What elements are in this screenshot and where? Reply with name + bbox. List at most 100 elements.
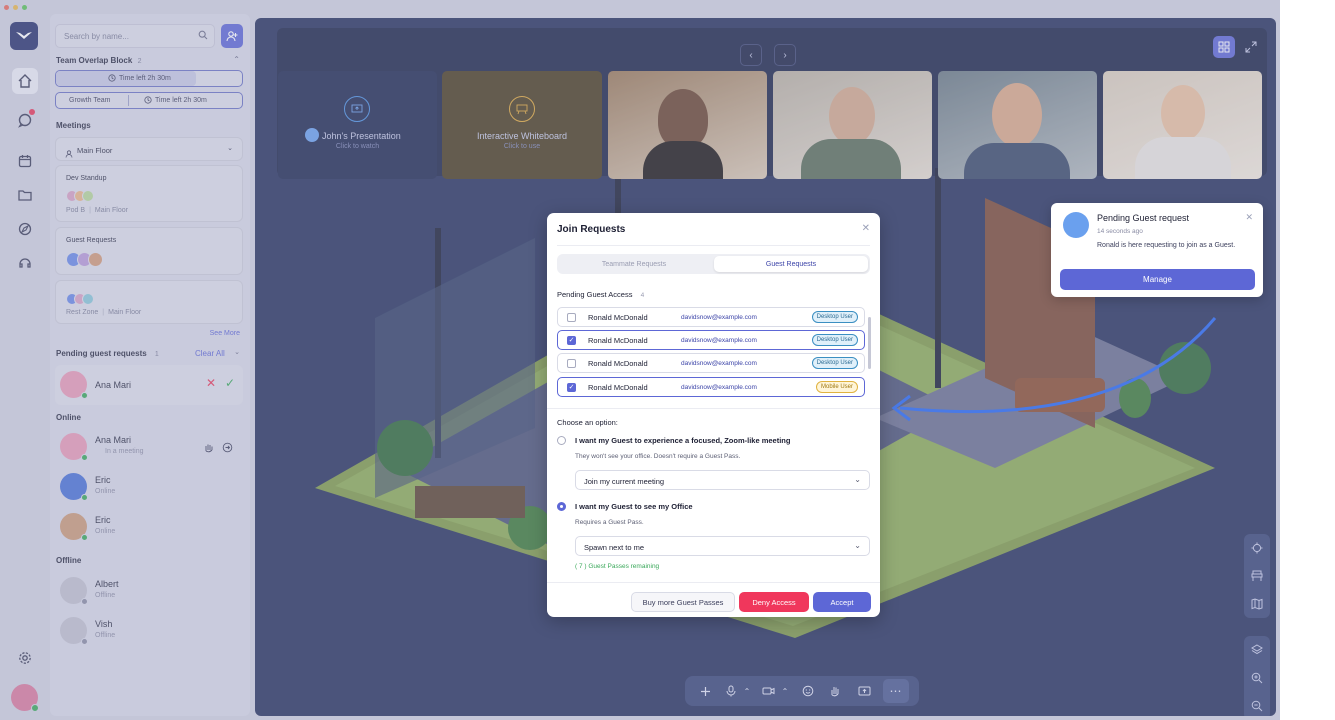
offline-status-dot bbox=[81, 598, 88, 605]
zoom-out-icon[interactable] bbox=[1244, 692, 1270, 716]
participant-video bbox=[829, 87, 875, 145]
chevron-down-icon[interactable]: ⌄ bbox=[234, 348, 240, 356]
approve-check-icon[interactable]: ✓ bbox=[225, 376, 235, 390]
online-person-ana[interactable]: Ana Mari In a meeting bbox=[55, 430, 243, 466]
wave-hand-icon[interactable] bbox=[203, 440, 214, 458]
row-checkbox-checked[interactable]: ✓ bbox=[567, 336, 576, 345]
team-overlap-title: Team Overlap Block 2 bbox=[56, 56, 141, 65]
go-to-icon[interactable] bbox=[222, 440, 233, 458]
buy-guest-passes-button[interactable]: Buy more Guest Passes bbox=[631, 592, 735, 612]
guest-row[interactable]: Ronald McDonald davidsnow@example.com De… bbox=[557, 353, 865, 373]
grid-view-button[interactable] bbox=[1213, 36, 1235, 58]
reject-x-icon[interactable]: ✕ bbox=[206, 376, 216, 390]
emoji-icon[interactable] bbox=[795, 679, 821, 703]
maximize-window-icon[interactable] bbox=[22, 5, 27, 10]
participant-video bbox=[992, 83, 1042, 147]
collapse-chevron-icon[interactable]: ⌃ bbox=[233, 55, 240, 64]
person-name: Eric bbox=[95, 515, 111, 525]
online-person-eric-1[interactable]: Eric Online bbox=[55, 470, 243, 506]
row-checkbox-checked[interactable]: ✓ bbox=[567, 383, 576, 392]
user-type-badge: Desktop User bbox=[811, 334, 858, 346]
participant-video bbox=[658, 89, 708, 149]
camera-icon[interactable] bbox=[757, 679, 779, 703]
guest-row[interactable]: Ronald McDonald davidsnow@example.com De… bbox=[557, 307, 865, 327]
room-meta: Rest Zone | Main Floor bbox=[66, 309, 142, 316]
add-user-button[interactable] bbox=[221, 24, 243, 48]
meeting-room-guest-requests[interactable]: Guest Requests bbox=[55, 227, 243, 275]
offline-person-albert[interactable]: Albert Offline bbox=[55, 574, 243, 610]
team-overlap-pill-1[interactable]: Time left 2h 30m bbox=[55, 70, 243, 87]
video-tile-3[interactable] bbox=[938, 71, 1097, 179]
microphone-icon[interactable] bbox=[721, 679, 741, 703]
my-avatar[interactable] bbox=[11, 684, 39, 712]
zoom-in-icon[interactable] bbox=[1244, 664, 1270, 692]
prev-page-button[interactable]: ‹ bbox=[740, 44, 762, 66]
offline-person-vish[interactable]: Vish Offline bbox=[55, 614, 243, 650]
zoom-tools-group bbox=[1244, 636, 1270, 716]
home-icon[interactable] bbox=[12, 68, 38, 94]
app-logo[interactable] bbox=[10, 22, 38, 50]
search-input[interactable]: Search by name... bbox=[55, 24, 215, 48]
tab-teammate-requests[interactable]: Teammate Requests bbox=[559, 256, 709, 272]
camera-options-chevron-icon[interactable]: ⌃ bbox=[779, 679, 791, 703]
team-name-2: Growth Team bbox=[69, 97, 111, 104]
clear-all-link[interactable]: Clear All bbox=[195, 349, 225, 358]
guest-row[interactable]: ✓ Ronald McDonald davidsnow@example.com … bbox=[557, 377, 865, 397]
add-plus-icon[interactable] bbox=[693, 679, 717, 703]
clock-icon bbox=[108, 74, 116, 84]
avatar bbox=[60, 473, 88, 501]
more-options-icon[interactable]: ⋯ bbox=[883, 679, 909, 703]
next-page-button[interactable]: › bbox=[774, 44, 796, 66]
row-checkbox[interactable] bbox=[567, 359, 576, 368]
notification-time: 14 seconds ago bbox=[1097, 228, 1143, 235]
tab-guest-requests[interactable]: Guest Requests bbox=[714, 256, 868, 272]
close-window-icon[interactable] bbox=[4, 5, 9, 10]
chat-icon[interactable] bbox=[12, 107, 38, 133]
team-overlap-label: Team Overlap Block bbox=[56, 56, 133, 65]
floor-select[interactable]: Main Floor ⌄ bbox=[55, 137, 243, 161]
option-zoom-desc: They won't see your office. Doesn't requ… bbox=[575, 453, 741, 460]
close-icon[interactable]: ✕ bbox=[862, 223, 870, 234]
whiteboard-tile[interactable]: Interactive Whiteboard Click to use bbox=[442, 71, 602, 179]
pending-guest-item[interactable]: Ana Mari ✕ ✓ bbox=[55, 365, 243, 405]
deny-access-button[interactable]: Deny Access bbox=[739, 592, 809, 612]
option-office-radio[interactable] bbox=[557, 502, 566, 511]
meeting-select[interactable]: Join my current meeting ⌄ bbox=[575, 470, 870, 490]
meeting-room-dev-standup[interactable]: Dev Standup Pod B | Main Floor bbox=[55, 165, 243, 222]
folder-icon[interactable] bbox=[12, 182, 38, 208]
support-icon[interactable] bbox=[12, 250, 38, 276]
expand-icon bbox=[1245, 41, 1257, 53]
meeting-room-rest-zone[interactable]: Rest Zone | Main Floor bbox=[55, 280, 243, 324]
manage-button[interactable]: Manage bbox=[1060, 269, 1255, 290]
offline-status-dot bbox=[81, 638, 88, 645]
locate-icon[interactable] bbox=[1244, 534, 1270, 562]
settings-gear-icon[interactable] bbox=[12, 645, 38, 671]
guest-row[interactable]: ✓ Ronald McDonald davidsnow@example.com … bbox=[557, 330, 865, 350]
layers-icon[interactable] bbox=[1244, 636, 1270, 664]
share-screen-icon[interactable] bbox=[849, 679, 879, 703]
calendar-icon[interactable] bbox=[12, 148, 38, 174]
explore-icon[interactable] bbox=[12, 216, 38, 242]
spawn-select[interactable]: Spawn next to me ⌄ bbox=[575, 536, 870, 556]
video-tile-2[interactable] bbox=[773, 71, 932, 179]
team-overlap-pill-2[interactable]: Growth Team Time left 2h 30m bbox=[55, 92, 243, 109]
close-icon[interactable]: ✕ bbox=[1245, 212, 1253, 223]
map-icon[interactable] bbox=[1244, 590, 1270, 618]
list-scrollbar[interactable] bbox=[868, 317, 871, 369]
accept-button[interactable]: Accept bbox=[813, 592, 871, 612]
mic-options-chevron-icon[interactable]: ⌃ bbox=[741, 679, 753, 703]
online-person-eric-2[interactable]: Eric Online bbox=[55, 510, 243, 546]
fullscreen-button[interactable] bbox=[1240, 36, 1262, 58]
option-zoom-radio[interactable] bbox=[557, 436, 566, 445]
furniture-icon[interactable] bbox=[1244, 562, 1270, 590]
presentation-tile[interactable]: John's Presentation Click to watch bbox=[278, 71, 437, 179]
minimize-window-icon[interactable] bbox=[13, 5, 18, 10]
video-tile-1[interactable] bbox=[608, 71, 767, 179]
user-type-badge: Desktop User bbox=[811, 357, 858, 369]
video-tile-4[interactable] bbox=[1103, 71, 1262, 179]
row-checkbox[interactable] bbox=[567, 313, 576, 322]
raise-hand-icon[interactable] bbox=[821, 679, 849, 703]
see-more-link[interactable]: See More bbox=[210, 330, 240, 337]
room-pod: Pod B bbox=[66, 207, 86, 214]
pending-access-label: Pending Guest Access bbox=[557, 290, 633, 299]
